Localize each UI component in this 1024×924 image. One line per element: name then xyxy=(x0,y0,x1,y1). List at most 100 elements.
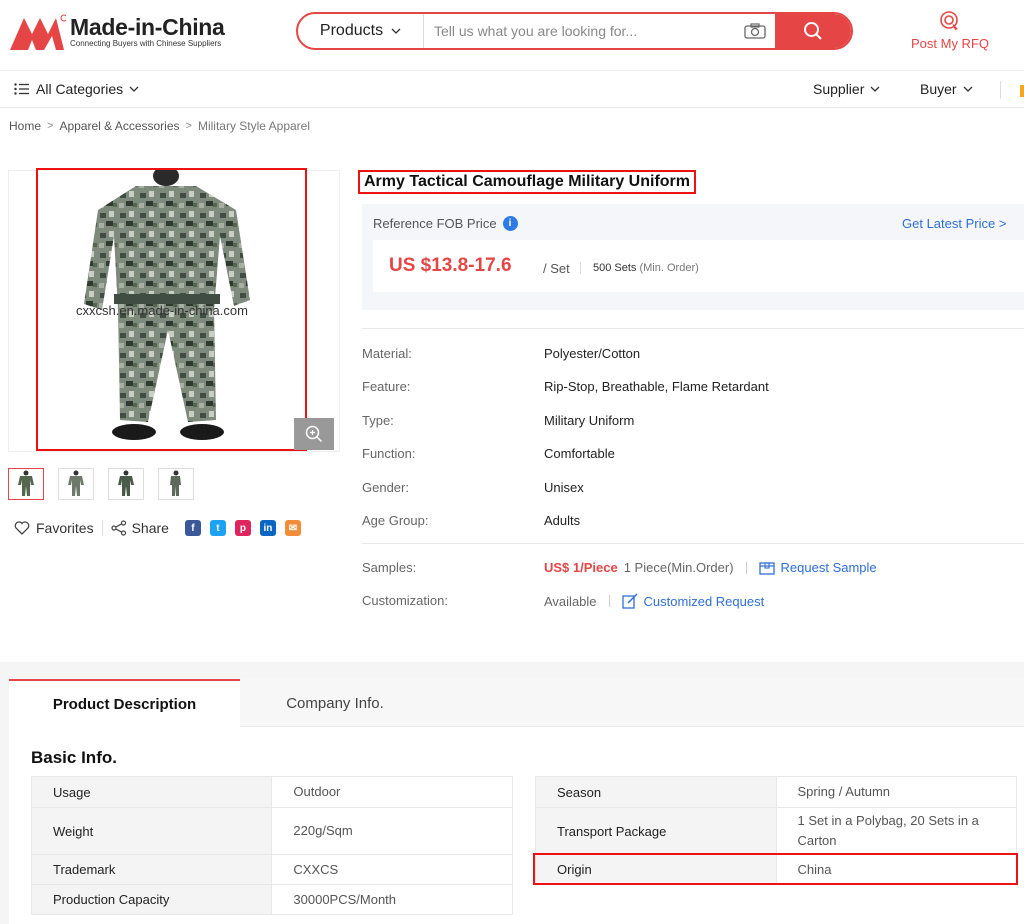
search-icon xyxy=(804,22,822,40)
price-card: US $13.8-17.6 / Set 500 Sets (Min. Order… xyxy=(373,240,1024,292)
thumbnail-figure-icon xyxy=(68,470,84,496)
zoom-button[interactable] xyxy=(294,418,334,450)
table-value: 220g/Sqm xyxy=(271,807,513,855)
samples-moq: 1 Piece(Min.Order) xyxy=(623,560,734,575)
request-sample-label: Request Sample xyxy=(780,560,877,575)
price-label: Reference FOB Price i xyxy=(373,216,518,231)
buyer-menu[interactable]: Buyer xyxy=(920,81,973,97)
facebook-icon[interactable]: f xyxy=(184,520,201,536)
post-rfq-link[interactable]: Post My RFQ xyxy=(898,10,1002,51)
all-categories-label: All Categories xyxy=(36,81,124,97)
min-order: 500 Sets (Min. Order) xyxy=(593,262,699,274)
tab-product-description[interactable]: Product Description xyxy=(9,679,240,728)
favorites-button[interactable]: Favorites xyxy=(14,520,103,536)
thumbnail-1[interactable] xyxy=(8,468,44,500)
edit-icon xyxy=(621,593,638,609)
table-key: Usage xyxy=(30,776,273,808)
chevron-down-icon xyxy=(391,28,401,34)
all-categories-menu[interactable]: All Categories xyxy=(14,81,139,97)
thumbnail-figure-icon xyxy=(118,470,134,496)
origin-row-highlight xyxy=(533,853,1018,885)
attribute-value: Unisex xyxy=(544,480,584,495)
linkedin-icon[interactable]: in xyxy=(259,520,276,536)
search-category-label: Products xyxy=(319,22,384,39)
table-row: Transport Package 1 Set in a Polybag, 20… xyxy=(535,807,1017,855)
request-sample-link[interactable]: Request Sample xyxy=(758,560,877,575)
email-icon[interactable]: ✉ xyxy=(284,520,301,536)
breadcrumb-home[interactable]: Home xyxy=(9,119,41,133)
breadcrumb-apparel[interactable]: Apparel & Accessories xyxy=(59,119,179,133)
table-row: Weight 220g/Sqm xyxy=(30,807,513,855)
get-latest-price-link[interactable]: Get Latest Price > xyxy=(902,216,1006,231)
search-category-dropdown[interactable]: Products xyxy=(298,14,424,48)
table-value: Outdoor xyxy=(271,776,513,808)
social-bar: Favorites Share f t p in ✉ xyxy=(14,520,310,536)
buyer-label: Buyer xyxy=(920,81,957,97)
basic-info-title: Basic Info. xyxy=(31,748,117,767)
site-logo[interactable]: Made-in-China Connecting Buyers with Chi… xyxy=(10,12,225,52)
attribute-key: Material: xyxy=(362,346,412,361)
customization-divider xyxy=(608,595,610,607)
attribute-key: Age Group: xyxy=(362,513,429,528)
customization-value: Available Customized Request xyxy=(544,593,764,609)
thumbnail-3[interactable] xyxy=(108,468,144,500)
price-label-text: Reference FOB Price xyxy=(373,216,497,231)
basic-info-table-left: Usage Outdoor Weight 220g/Sqm Trademark … xyxy=(30,776,513,915)
heart-icon xyxy=(14,521,30,535)
attribute-value: Rip-Stop, Breathable, Flame Retardant xyxy=(544,379,769,394)
favorites-label: Favorites xyxy=(36,520,94,536)
camera-search-button[interactable] xyxy=(735,14,775,48)
table-value: CXXCS xyxy=(271,854,513,885)
thumbnail-4[interactable] xyxy=(158,468,194,500)
rfq-icon xyxy=(940,11,958,30)
rfq-label: Post My RFQ xyxy=(910,36,989,51)
logo-text: Made-in-China Connecting Buyers with Chi… xyxy=(70,15,225,49)
attribute-key: Type: xyxy=(362,413,394,428)
product-attributes: Material: Polyester/Cotton Feature: Rip-… xyxy=(362,328,1024,528)
site-header: Made-in-China Connecting Buyers with Chi… xyxy=(0,0,1024,66)
info-icon[interactable]: i xyxy=(502,216,518,231)
nav-edge-marker xyxy=(1020,85,1024,97)
pinterest-icon[interactable]: p xyxy=(234,520,251,536)
customized-request-link[interactable]: Customized Request xyxy=(621,593,765,609)
thumbnail-figure-icon xyxy=(18,470,34,496)
table-key: Season xyxy=(535,776,777,808)
samples-price: US$ 1/Piece xyxy=(544,560,618,575)
samples-label: Samples: xyxy=(362,560,417,575)
share-button[interactable]: Share xyxy=(103,520,169,536)
supplier-menu[interactable]: Supplier xyxy=(813,81,880,97)
chevron-down-icon xyxy=(129,86,139,92)
share-label: Share xyxy=(131,520,169,536)
table-row: Season Spring / Autumn xyxy=(535,776,1017,808)
breadcrumb-current[interactable]: Military Style Apparel xyxy=(198,119,310,133)
attribute-key: Gender: xyxy=(362,480,409,495)
customization-label: Customization: xyxy=(362,593,448,608)
sample-box-icon xyxy=(758,561,775,575)
table-row: Trademark CXXCS xyxy=(30,854,513,885)
table-value: 30000PCS/Month xyxy=(271,884,513,915)
thumbnail-2[interactable] xyxy=(58,468,94,500)
samples-divider xyxy=(745,561,747,574)
logo-subtitle: Connecting Buyers with Chinese Suppliers xyxy=(70,39,222,48)
price-divider xyxy=(580,262,581,274)
table-row: Usage Outdoor xyxy=(30,776,513,808)
attribute-value: Polyester/Cotton xyxy=(544,346,641,361)
table-value: Spring / Autumn xyxy=(775,776,1017,808)
chevron-right-icon: > xyxy=(47,120,54,132)
get-latest-price-label: Get Latest Price xyxy=(902,216,996,231)
logo-mark-icon xyxy=(10,14,66,50)
twitter-icon[interactable]: t xyxy=(209,520,226,536)
attribute-value: Comfortable xyxy=(544,446,615,461)
customization-availability: Available xyxy=(544,593,597,609)
search-input[interactable] xyxy=(424,14,735,48)
attribute-value: Adults xyxy=(544,513,581,528)
tab-company-info[interactable]: Company Info. xyxy=(240,679,430,727)
table-value: 1 Set in a Polybag, 20 Sets in a Carton xyxy=(775,807,1017,855)
search-button[interactable] xyxy=(775,14,851,48)
min-order-value: 500 Sets xyxy=(593,262,637,274)
customized-request-label: Customized Request xyxy=(643,593,765,609)
attribute-key: Function: xyxy=(362,446,416,461)
min-order-note: (Min. Order) xyxy=(639,262,699,274)
search-bar: Products xyxy=(296,12,853,50)
zoom-in-icon xyxy=(305,425,323,443)
